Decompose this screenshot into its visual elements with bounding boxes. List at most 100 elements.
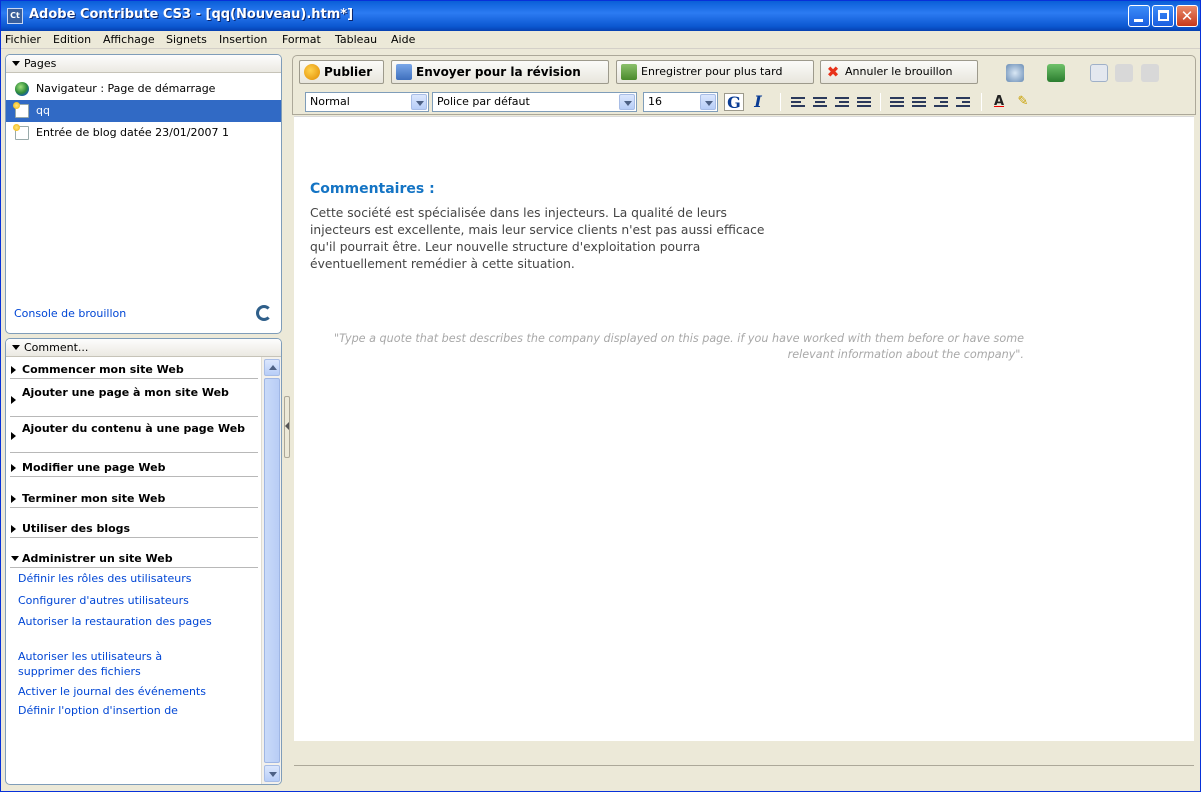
maximize-icon — [1158, 10, 1169, 21]
help-link-configure-users[interactable]: Configurer d'autres utilisateurs — [18, 593, 256, 608]
toolbar-separator — [981, 93, 982, 111]
help-section-label: Modifier une page Web — [22, 461, 166, 474]
help-section-label: Terminer mon site Web — [22, 492, 166, 505]
style-select[interactable]: Normal — [305, 92, 429, 112]
pages-panel: Pages Navigateur : Page de démarrage qq … — [5, 54, 282, 334]
chevron-down-icon — [619, 94, 635, 110]
menu-tableau[interactable]: Tableau — [335, 33, 377, 46]
page-item-navigator[interactable]: Navigateur : Page de démarrage — [6, 78, 281, 100]
refresh-icon[interactable] — [256, 305, 272, 321]
scroll-up-button[interactable] — [264, 359, 280, 376]
align-left-icon[interactable] — [791, 97, 805, 107]
page-item-label: Entrée de blog datée 23/01/2007 1 — [36, 126, 230, 139]
highlight-icon[interactable]: ✎ — [1013, 93, 1033, 111]
properties-icon[interactable] — [1141, 64, 1159, 82]
page-item-blog-entry[interactable]: Entrée de blog datée 23/01/2007 1 — [6, 122, 281, 144]
minimize-button[interactable] — [1128, 5, 1150, 27]
how-to-panel-header[interactable]: Comment... — [6, 339, 281, 357]
close-icon: ✕ — [1180, 7, 1194, 25]
title-bar[interactable]: Ct Adobe Contribute CS3 - [qq(Nouveau).h… — [1, 1, 1200, 31]
globe-icon — [15, 82, 29, 96]
help-link-define-roles[interactable]: Définir les rôles des utilisateurs — [18, 571, 256, 586]
help-link-event-log[interactable]: Activer le journal des événements — [18, 684, 256, 699]
app-window: Ct Adobe Contribute CS3 - [qq(Nouveau).h… — [0, 0, 1201, 792]
panel-splitter[interactable] — [284, 396, 290, 458]
italic-button[interactable]: I — [748, 93, 768, 111]
help-section-label: Commencer mon site Web — [22, 363, 184, 376]
font-select[interactable]: Police par défaut — [432, 92, 637, 112]
bullet-list-icon[interactable] — [912, 97, 926, 107]
collapse-triangle-icon — [12, 345, 20, 350]
draft-console-link[interactable]: Console de brouillon — [14, 307, 126, 320]
text-color-button[interactable]: A — [989, 93, 1009, 111]
list-view-icon[interactable] — [1115, 64, 1133, 82]
collapse-left-icon — [285, 422, 289, 430]
menu-affichage[interactable]: Affichage — [103, 33, 155, 46]
how-to-panel-title: Comment... — [24, 341, 89, 354]
quote-placeholder: "Type a quote that best describes the co… — [333, 332, 1024, 361]
indent-icon[interactable] — [956, 97, 970, 107]
help-link-allow-delete[interactable]: Autoriser les utilisateurs à supprimer d… — [18, 649, 218, 679]
link-icon[interactable] — [1006, 64, 1024, 82]
font-size-select[interactable]: 16 — [643, 92, 718, 112]
menu-bar: Fichier Edition Affichage Signets Insert… — [1, 31, 1200, 49]
scroll-down-button[interactable] — [264, 765, 280, 782]
help-section-add-page[interactable]: Ajouter une page à mon site Web — [10, 384, 258, 417]
help-section-blogs[interactable]: Utiliser des blogs — [10, 520, 258, 538]
help-scrollbar[interactable] — [261, 357, 281, 784]
new-page-icon — [13, 124, 29, 140]
publish-button[interactable]: Publier — [299, 60, 384, 84]
help-section-add-content[interactable]: Ajouter du contenu à une page Web — [10, 420, 258, 453]
scroll-thumb[interactable] — [264, 378, 280, 763]
help-link-allow-restore[interactable]: Autoriser la restauration des pages — [18, 614, 218, 629]
help-topic-list: Commencer mon site Web Ajouter une page … — [6, 357, 261, 784]
insert-image-icon[interactable] — [1047, 64, 1065, 82]
outdent-icon[interactable] — [934, 97, 948, 107]
cancel-draft-button[interactable]: ✖ Annuler le brouillon — [820, 60, 978, 84]
help-section-administer-site[interactable]: Administrer un site Web — [10, 550, 258, 568]
collapse-triangle-icon — [12, 61, 20, 66]
window-title: Adobe Contribute CS3 - [qq(Nouveau).htm*… — [29, 7, 354, 22]
cancel-draft-label: Annuler le brouillon — [845, 65, 953, 78]
comments-body: Cette société est spécialisée dans les i… — [310, 206, 765, 271]
menu-format[interactable]: Format — [282, 33, 321, 46]
maximize-button[interactable] — [1152, 5, 1174, 27]
align-center-icon[interactable] — [813, 97, 827, 107]
menu-signets[interactable]: Signets — [166, 33, 207, 46]
pages-panel-title: Pages — [24, 57, 57, 70]
review-label: Envoyer pour la révision — [416, 65, 581, 79]
minimize-icon — [1134, 19, 1143, 22]
table-icon[interactable] — [1090, 64, 1108, 82]
help-section-finish-site[interactable]: Terminer mon site Web — [10, 490, 258, 508]
help-link-insert-option[interactable]: Définir l'option d'insertion de — [18, 703, 256, 718]
toolbar-separator — [780, 93, 781, 111]
chevron-down-icon — [700, 94, 716, 110]
close-button[interactable]: ✕ — [1176, 5, 1198, 27]
menu-edition[interactable]: Edition — [53, 33, 91, 46]
bold-button[interactable]: G — [724, 93, 744, 112]
menu-fichier[interactable]: Fichier — [5, 33, 41, 46]
send-for-review-button[interactable]: Envoyer pour la révision — [391, 60, 609, 84]
main-toolbar: Publier Envoyer pour la révision Enregis… — [292, 55, 1196, 89]
expand-arrow-icon — [11, 464, 16, 472]
format-toolbar: Normal Police par défaut 16 G I A ✎ — [292, 89, 1196, 115]
document-editor[interactable]: Commentaires : Cette société est spécial… — [294, 116, 1194, 741]
help-section-edit-page[interactable]: Modifier une page Web — [10, 459, 258, 477]
page-item-label: qq — [36, 104, 50, 117]
help-section-label: Ajouter du contenu à une page Web — [22, 422, 246, 435]
style-select-value: Normal — [310, 95, 350, 108]
page-item-qq[interactable]: qq — [6, 100, 281, 122]
numbered-list-icon[interactable] — [890, 97, 904, 107]
save-for-later-button[interactable]: Enregistrer pour plus tard — [616, 60, 814, 84]
collapse-arrow-icon — [11, 556, 19, 561]
chevron-up-icon — [269, 365, 277, 370]
menu-aide[interactable]: Aide — [391, 33, 415, 46]
justify-icon[interactable] — [857, 97, 871, 107]
help-section-start-site[interactable]: Commencer mon site Web — [10, 361, 258, 379]
save-later-label: Enregistrer pour plus tard — [641, 65, 783, 78]
align-right-icon[interactable] — [835, 97, 849, 107]
help-section-label: Administrer un site Web — [22, 552, 173, 565]
menu-insertion[interactable]: Insertion — [219, 33, 267, 46]
save-icon — [621, 64, 637, 80]
pages-panel-header[interactable]: Pages — [6, 55, 281, 73]
